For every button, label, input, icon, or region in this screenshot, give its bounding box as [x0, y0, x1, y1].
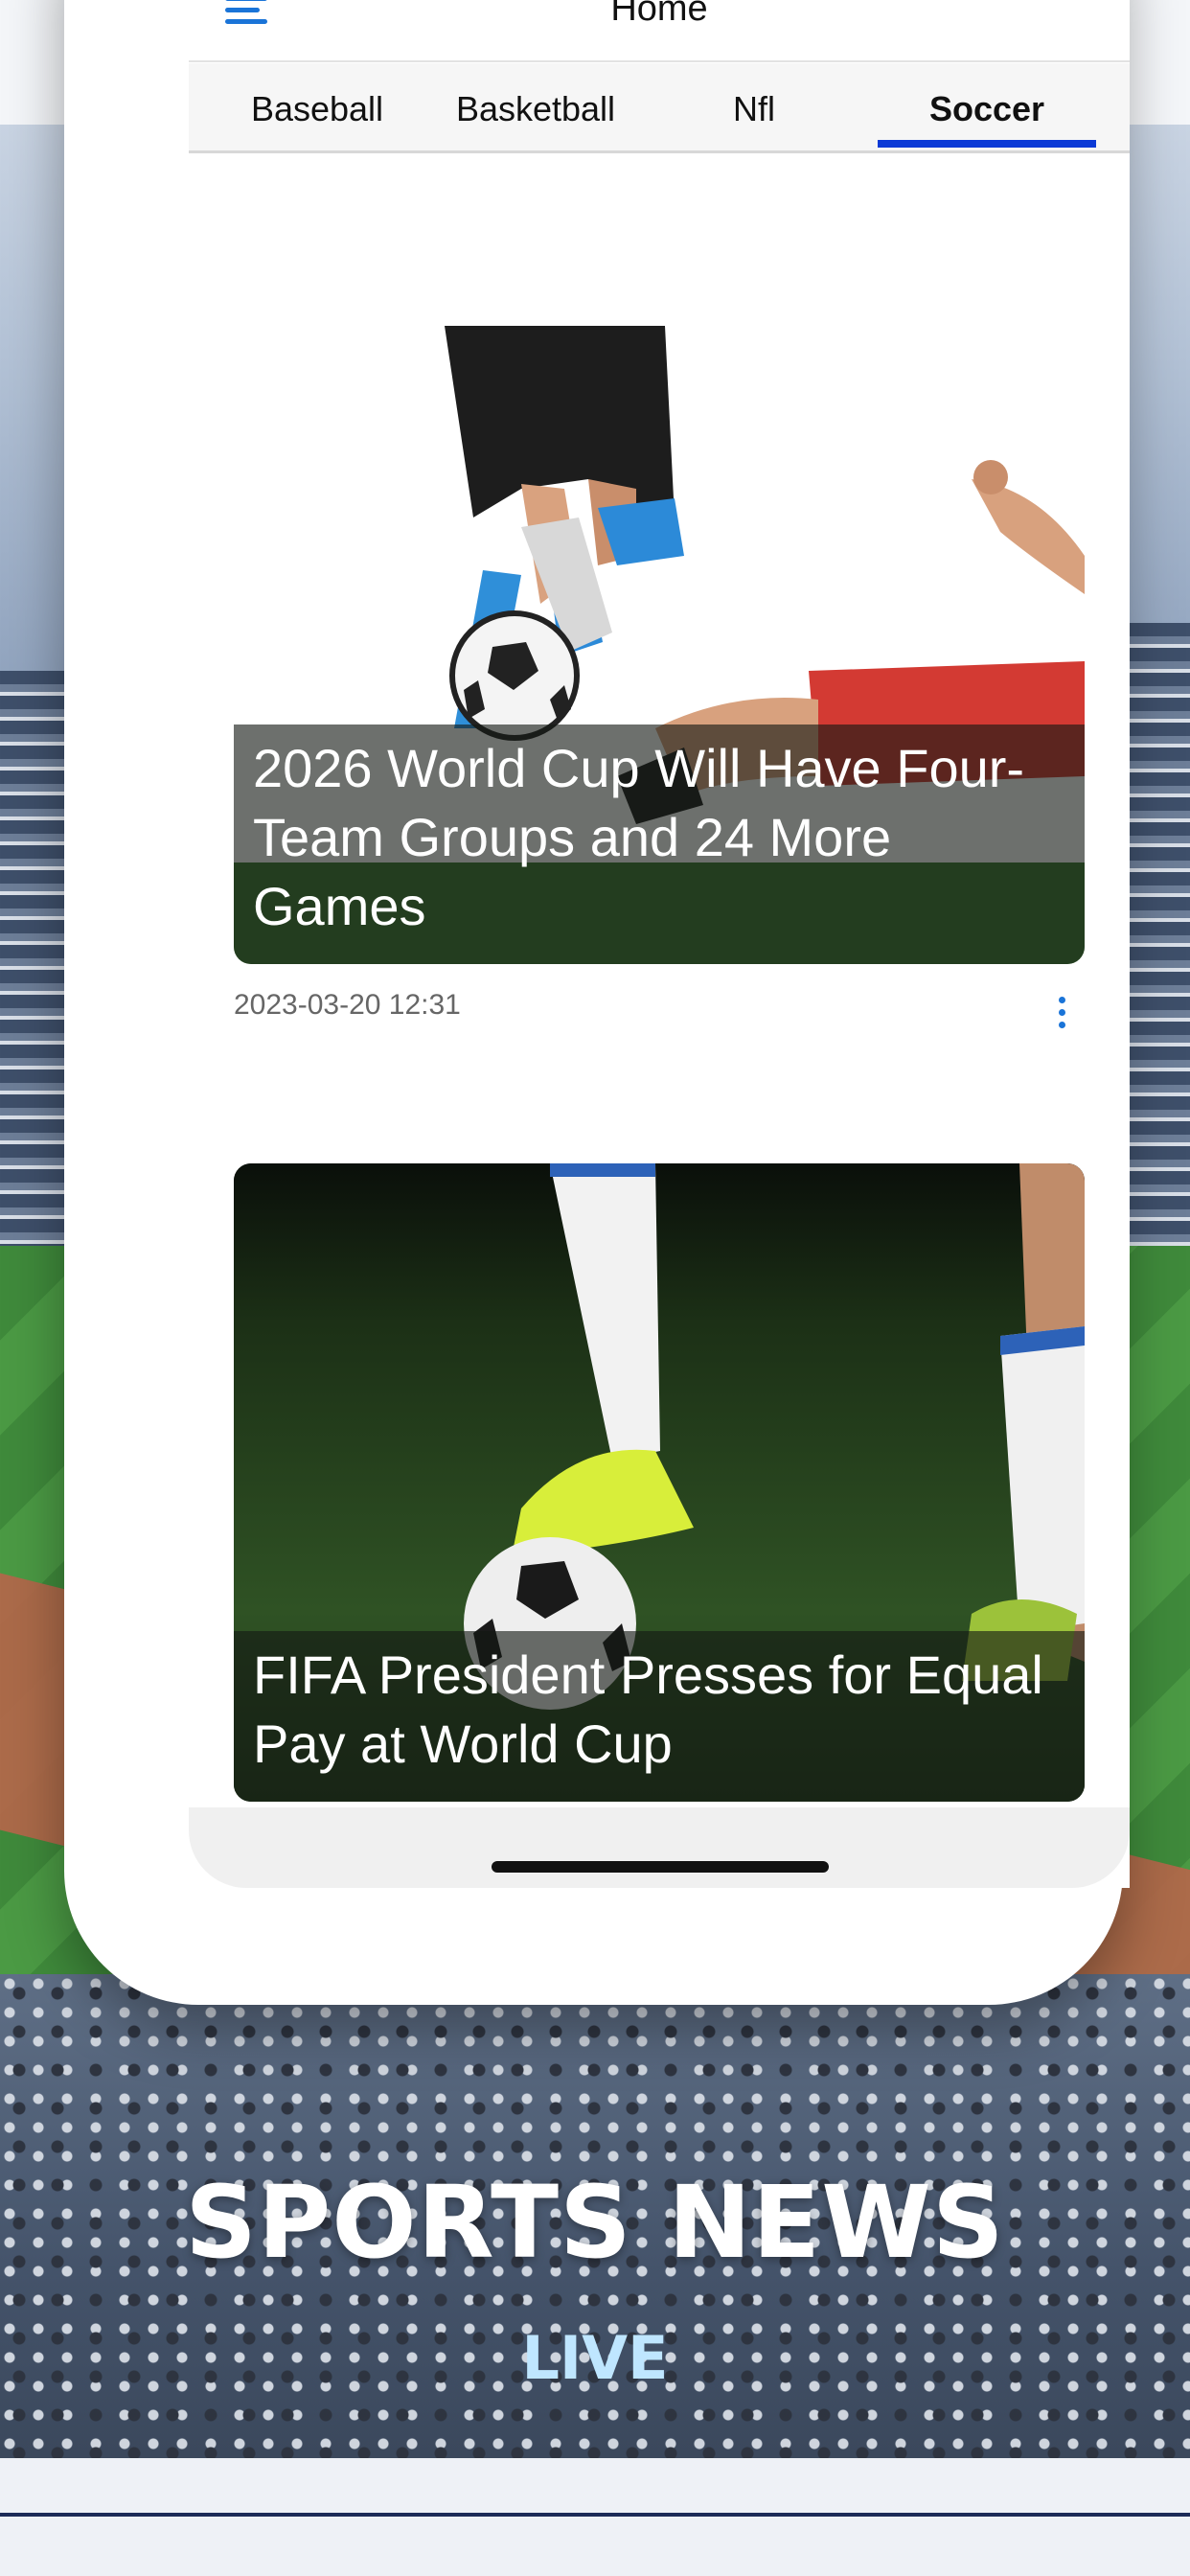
app-screen: Home Baseball Basketball Nfl Soccer 2026…: [189, 0, 1130, 1888]
article-headline: 2026 World Cup Will Have Four-Team Group…: [253, 738, 1025, 936]
more-vertical-icon[interactable]: [1056, 997, 1067, 1029]
active-tab-indicator: [878, 140, 1096, 148]
category-tabs: Baseball Basketball Nfl Soccer: [189, 63, 1130, 153]
app-header: Home: [189, 0, 1130, 62]
background-divider-line: [0, 2513, 1190, 2517]
tab-baseball[interactable]: Baseball: [208, 63, 426, 153]
home-indicator-area: [189, 1807, 1130, 1888]
phone-frame: Home Baseball Basketball Nfl Soccer 2026…: [64, 0, 1130, 2005]
promo-title: SPORTS NEWS: [185, 2164, 1005, 2281]
article-headline: FIFA President Presses for Equal Pay at …: [253, 1644, 1043, 1774]
page-title: Home: [610, 0, 708, 29]
article-headline-overlay: 2026 World Cup Will Have Four-Team Group…: [234, 724, 1085, 964]
tab-basketball[interactable]: Basketball: [426, 63, 645, 153]
promo-subtitle: LIVE: [521, 2323, 669, 2393]
tab-nfl[interactable]: Nfl: [645, 63, 863, 153]
article-headline-overlay: FIFA President Presses for Equal Pay at …: [234, 1631, 1085, 1802]
home-indicator[interactable]: [492, 1861, 829, 1873]
article-timestamp: 2023-03-20 12:31: [234, 989, 461, 1021]
article-card[interactable]: FIFA President Presses for Equal Pay at …: [234, 1163, 1085, 1802]
background-bottom-band: [0, 2458, 1190, 2576]
article-card[interactable]: 2026 World Cup Will Have Four-Team Group…: [234, 326, 1085, 964]
